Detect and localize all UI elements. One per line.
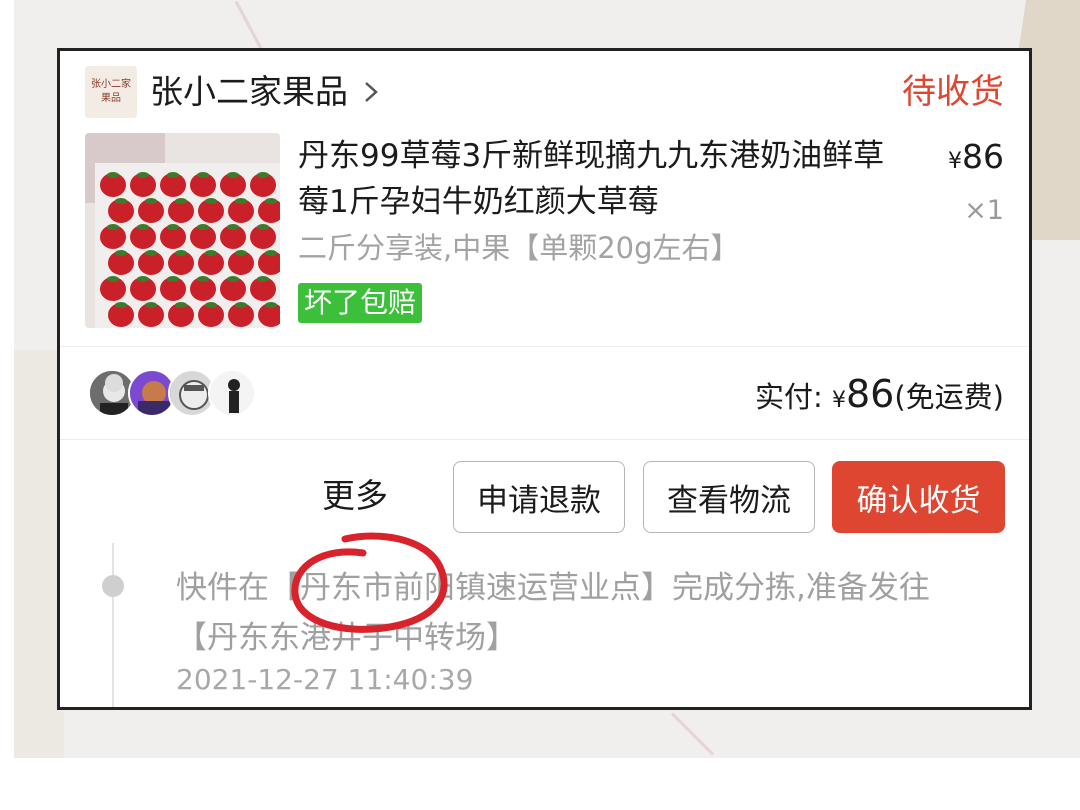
strawberry-leaf-shape (235, 250, 247, 256)
product-image[interactable] (85, 133, 280, 328)
strawberry-leaf-shape (145, 250, 157, 256)
product-price: ¥86 (948, 135, 1004, 184)
strawberry-leaf-shape (175, 198, 187, 204)
strawberry-leaf-shape (197, 172, 209, 178)
product-quantity: ×1 (964, 195, 1004, 226)
avatar (208, 369, 256, 417)
strawberry-leaf-shape (115, 198, 127, 204)
strawberry-leaf-shape (235, 302, 247, 308)
strawberry-leaf-shape (175, 250, 187, 256)
paid-label: 实付: (755, 380, 823, 414)
divider (60, 346, 1029, 347)
divider (60, 439, 1029, 440)
product-title[interactable]: 丹东99草莓3斤新鲜现摘九九东港奶油鲜草莓1斤孕妇牛奶红颜大草莓 (298, 133, 908, 225)
price-value: 86 (962, 137, 1004, 176)
store-logo[interactable]: 张小二家 果品 (85, 66, 137, 118)
strawberry-leaf-shape (107, 224, 119, 230)
strawberry-leaf-shape (115, 250, 127, 256)
strawberry-leaf-shape (265, 250, 277, 256)
strawberry-leaf-shape (205, 198, 217, 204)
paid-value: 86 (846, 372, 895, 416)
timeline-line (112, 543, 114, 707)
currency-symbol: ¥ (948, 149, 962, 174)
store-name[interactable]: 张小二家果品 (150, 69, 348, 115)
order-status: 待收货 (902, 72, 1004, 112)
strawberry-leaf-shape (137, 224, 149, 230)
strawberry-leaf-shape (235, 198, 247, 204)
strawberry-leaf-shape (175, 302, 187, 308)
shipping-note: (免运费) (894, 380, 1004, 414)
strawberry-leaf-shape (265, 198, 277, 204)
strawberry-leaf-shape (167, 224, 179, 230)
strawberry-leaf-shape (107, 276, 119, 282)
guarantee-badge: 坏了包赔 (298, 283, 423, 323)
strawberry-leaf-shape (197, 224, 209, 230)
strawberry-leaf-shape (145, 198, 157, 204)
strawberry-leaf-shape (257, 224, 269, 230)
strawberry-leaf-shape (227, 276, 239, 282)
currency-symbol: ¥ (832, 388, 846, 413)
strawberry-leaf-shape (257, 276, 269, 282)
logistics-status-text[interactable]: 快件在【丹东市前阳镇速运营业点】完成分拣,准备发往 【丹东东港井子中转场】 (176, 563, 986, 663)
strawberry-leaf-shape (227, 224, 239, 230)
request-refund-button[interactable]: 申请退款 (453, 461, 625, 533)
product-sku: 二斤分享装,中果【单颗20g左右】 (298, 231, 740, 265)
more-button[interactable]: 更多 (322, 471, 388, 521)
strawberry-leaf-shape (167, 276, 179, 282)
strawberry-leaf-shape (197, 276, 209, 282)
strawberry-leaf-shape (167, 172, 179, 178)
strawberry-leaf-shape (137, 172, 149, 178)
strawberry-leaf-shape (205, 250, 217, 256)
strawberry-leaf-shape (227, 172, 239, 178)
strawberry-leaf-shape (265, 302, 277, 308)
confirm-receipt-button[interactable]: 确认收货 (832, 461, 1005, 533)
chevron-right-icon[interactable] (362, 77, 382, 107)
view-logistics-button[interactable]: 查看物流 (643, 461, 815, 533)
strawberry-leaf-shape (137, 276, 149, 282)
order-card: 张小二家 果品 张小二家果品 待收货 丹东99草莓3斤新鲜现摘九九东港奶油鲜草莓… (57, 48, 1032, 710)
strawberry-leaf-shape (257, 172, 269, 178)
paid-amount: 实付: ¥86(免运费) (755, 369, 1004, 426)
logistics-timestamp: 2021-12-27 11:40:39 (176, 663, 474, 696)
strawberry-leaf-shape (145, 302, 157, 308)
timeline-dot (102, 575, 124, 597)
strawberry-leaf-shape (205, 302, 217, 308)
strawberry-leaf-shape (115, 302, 127, 308)
strawberry-leaf-shape (107, 172, 119, 178)
